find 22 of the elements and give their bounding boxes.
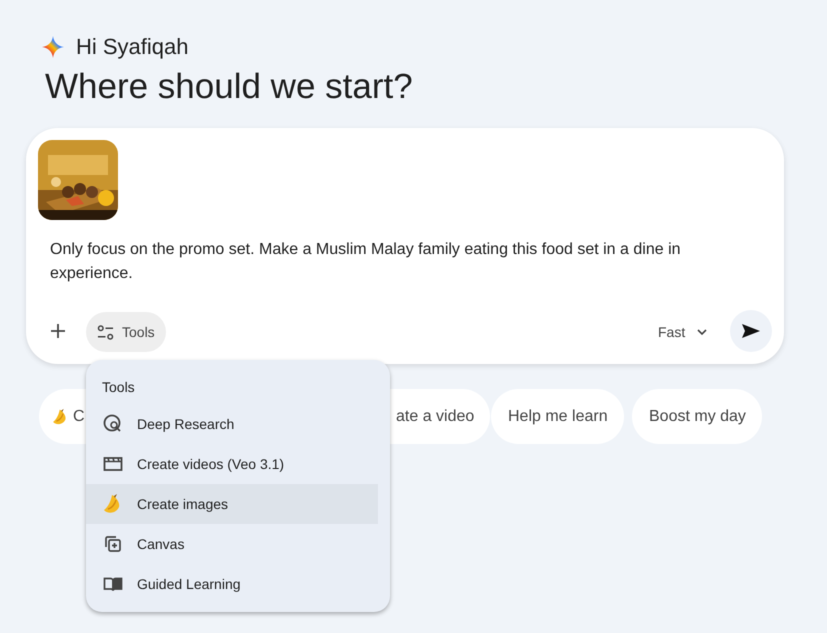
menu-item[interactable]: Guided Learning bbox=[86, 564, 378, 604]
suggestion-chip[interactable]: Boost my day bbox=[632, 389, 762, 444]
tools-button[interactable]: Tools bbox=[86, 312, 166, 352]
chevron-down-icon bbox=[697, 328, 708, 336]
canvas-icon bbox=[104, 535, 122, 553]
menu-item[interactable]: Canvas bbox=[86, 524, 378, 564]
plus-icon bbox=[50, 323, 66, 339]
send-button[interactable] bbox=[730, 310, 772, 352]
globe-search-icon bbox=[103, 414, 123, 434]
greeting: Hi Syafiqah bbox=[76, 33, 189, 61]
model-selector[interactable]: Fast bbox=[646, 315, 720, 349]
menu-item[interactable]: Create images bbox=[86, 484, 378, 524]
suggestion-chip[interactable]: Help me learn bbox=[491, 389, 624, 444]
send-icon bbox=[741, 323, 761, 339]
menu-item[interactable]: Create videos (Veo 3.1) bbox=[86, 444, 378, 484]
menu-title: Tools bbox=[102, 378, 135, 397]
prompt-text[interactable]: Only focus on the promo set. Make a Muslim Malay family eating this food set in a dine in experience. bbox=[50, 238, 740, 286]
sliders-icon bbox=[97, 324, 114, 340]
clapperboard-icon bbox=[103, 456, 123, 472]
heading: Where should we start? bbox=[45, 66, 414, 108]
book-icon bbox=[103, 576, 123, 592]
sparkle-icon bbox=[42, 36, 64, 58]
